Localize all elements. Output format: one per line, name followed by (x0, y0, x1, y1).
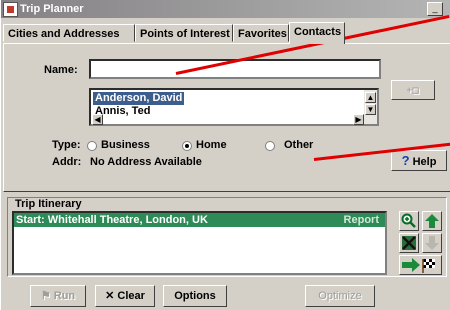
delete-x-icon (402, 236, 416, 250)
scroll-right-icon[interactable]: ▶ (353, 114, 364, 125)
minimize-button[interactable]: _ (427, 2, 443, 16)
arrow-down-icon (425, 236, 439, 250)
help-label: Help (412, 156, 437, 168)
type-business-label[interactable]: Business (101, 139, 150, 151)
magnifier-icon (401, 213, 416, 228)
run-icon: ⚑ (40, 290, 51, 302)
title-bar: Trip Planner _ (1, 0, 450, 18)
app-icon (3, 2, 18, 17)
tab-favorites[interactable]: Favorites (233, 24, 289, 42)
scroll-left-icon[interactable]: ◀ (92, 114, 103, 125)
type-label: Type: (52, 139, 81, 151)
itinerary-row[interactable]: Start: Whitehall Theatre, London, UK Rep… (14, 213, 385, 227)
list-item[interactable]: Anderson, David (93, 92, 185, 105)
contacts-list[interactable]: Anderson, David Annis, Ted ▲ ▼ ◀ ▶ (89, 88, 379, 126)
type-home-label[interactable]: Home (196, 139, 227, 151)
type-other-radio[interactable] (265, 141, 275, 151)
type-business-radio[interactable] (87, 141, 97, 151)
scroll-down-icon[interactable]: ▼ (365, 104, 376, 115)
clear-label: Clear (117, 290, 145, 302)
type-home-radio[interactable] (182, 141, 192, 151)
tab-contacts[interactable]: Contacts (289, 22, 345, 44)
delete-stop-button[interactable] (399, 233, 419, 253)
itinerary-row-status: Report (343, 214, 379, 226)
scroll-up-icon[interactable]: ▲ (365, 92, 376, 103)
trip-planner-window: Trip Planner _ Cities and Addresses Poin… (0, 0, 450, 310)
contacts-panel: Name: +◻ Anderson, David Annis, Ted ▲ ▼ … (3, 43, 450, 192)
add-contact-button[interactable]: +◻ (391, 80, 435, 100)
run-button[interactable]: ⚑ Run (30, 285, 86, 307)
name-label: Name: (44, 64, 78, 76)
zoom-button[interactable] (399, 211, 419, 231)
help-icon: ? (401, 153, 410, 168)
tab-points-of-interest[interactable]: Points of Interest (135, 24, 233, 42)
tab-cities-and-addresses[interactable]: Cities and Addresses (3, 24, 135, 42)
type-other-label[interactable]: Other (284, 139, 313, 151)
list-scrollbar[interactable]: ▲ ▼ (364, 90, 377, 124)
options-button[interactable]: Options (163, 285, 227, 307)
finish-flag-arrow-icon (402, 258, 435, 273)
run-label: Run (53, 290, 76, 302)
itinerary-row-text: Start: Whitehall Theatre, London, UK (16, 214, 208, 226)
route-finish-button[interactable] (399, 255, 442, 275)
addr-value: No Address Available (90, 156, 202, 168)
clear-icon: ✕ (105, 290, 115, 302)
move-down-button[interactable] (422, 233, 442, 253)
addr-label: Addr: (52, 156, 82, 168)
optimize-button[interactable]: Optimize (305, 285, 375, 307)
move-up-button[interactable] (422, 211, 442, 231)
arrow-up-icon (425, 214, 439, 228)
itinerary-list[interactable]: Start: Whitehall Theatre, London, UK Rep… (12, 211, 387, 275)
window-title: Trip Planner (20, 3, 84, 15)
help-button[interactable]: ? Help (391, 150, 447, 171)
clear-button[interactable]: ✕ Clear (95, 285, 155, 307)
trip-itinerary-label: Trip Itinerary (13, 198, 84, 210)
